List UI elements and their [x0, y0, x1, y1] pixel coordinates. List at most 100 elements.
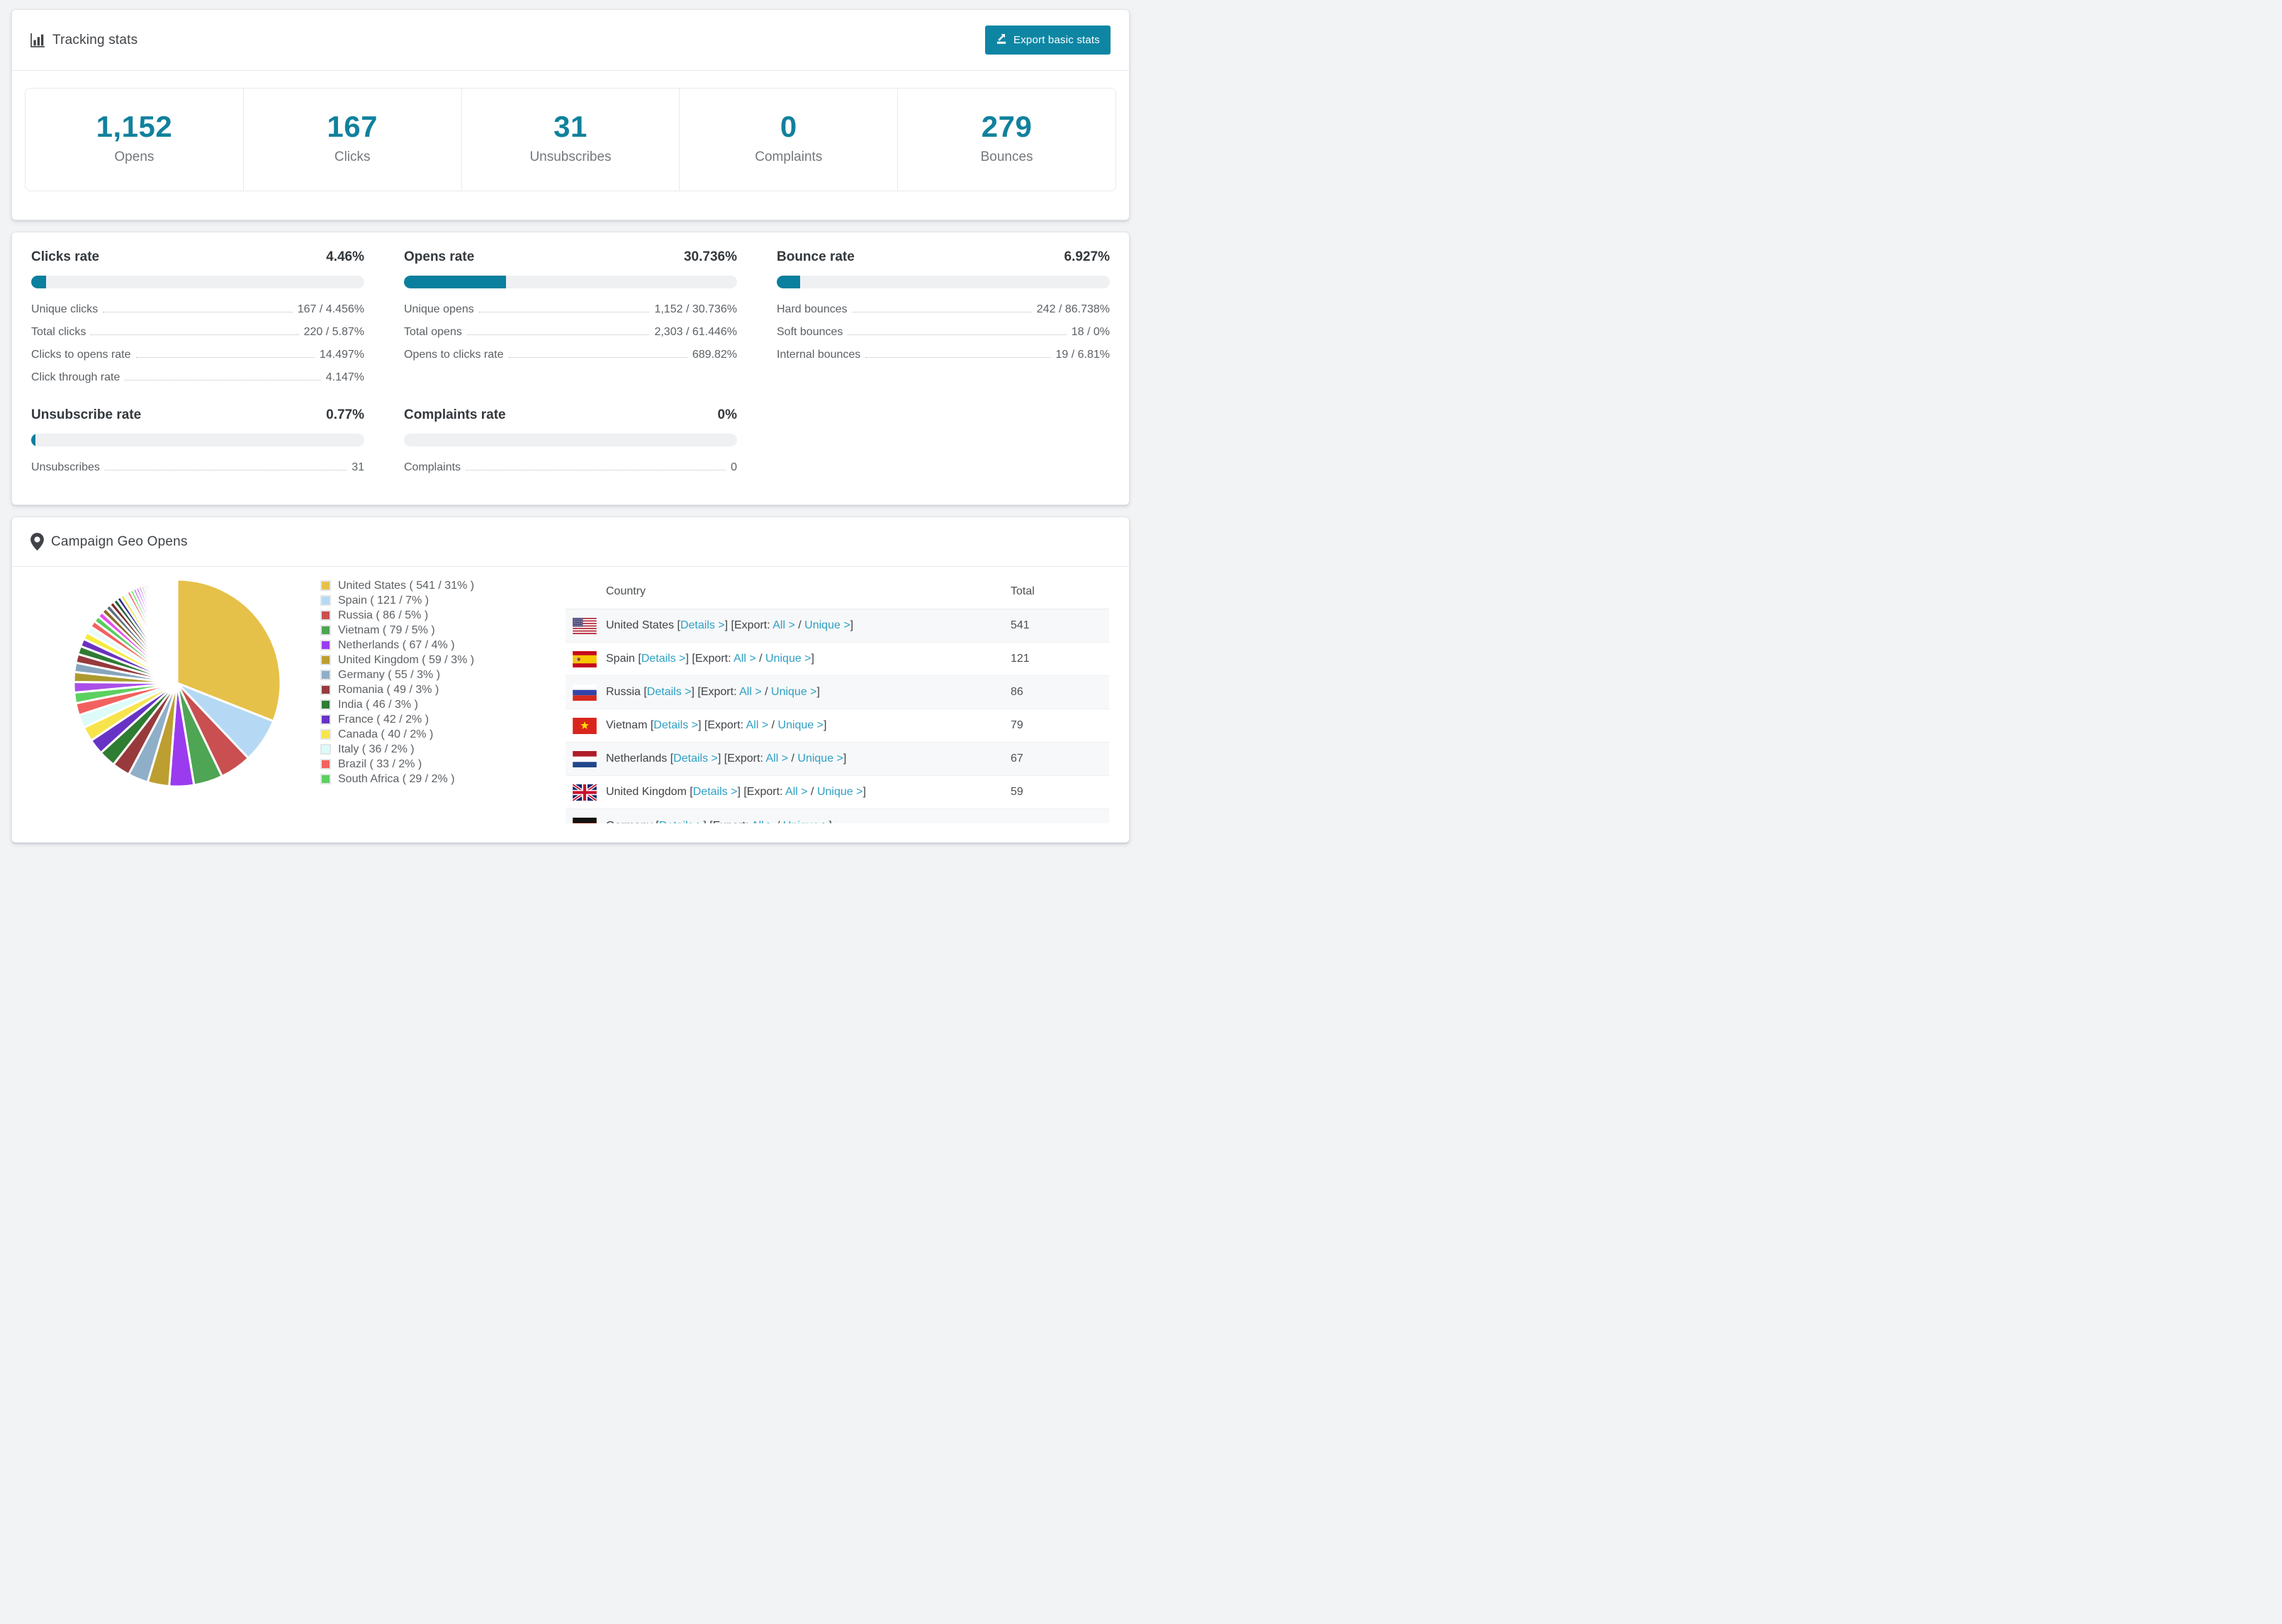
export-unique-link[interactable]: Unique >: [771, 686, 817, 698]
rate-metric-label: Complaints: [404, 461, 461, 473]
rate-metric-value: 14.497%: [319, 349, 364, 361]
dotted-leader: [848, 334, 1067, 335]
rate-block-unsubscribe-rate: Unsubscribe rate 0.77% Unsubscribes 31: [31, 407, 364, 479]
rate-metric-label: Unique clicks: [31, 303, 99, 315]
stat-label: Bounces: [980, 150, 1033, 164]
stats-row: 1,152 Opens 167 Clicks 31 Unsubscribes 0…: [25, 88, 1116, 191]
legend-item: Germany ( 55 / 3% ): [320, 667, 554, 682]
gb-flag-icon: [573, 784, 597, 801]
legend-item: South Africa ( 29 / 2% ): [320, 772, 554, 786]
geo-table-row-gb: United Kingdom [Details >] [Export: All …: [566, 776, 1109, 809]
details-link[interactable]: Details >: [653, 719, 698, 731]
legend-label: France ( 42 / 2% ): [338, 713, 429, 726]
stat-box-unsubscribes: 31 Unsubscribes: [462, 89, 680, 191]
export-all-link[interactable]: All >: [772, 619, 795, 631]
details-link[interactable]: Details >: [659, 820, 704, 823]
export-unique-link[interactable]: Unique >: [778, 719, 824, 731]
progress-bar-track: [404, 276, 737, 288]
legend-item: Romania ( 49 / 3% ): [320, 682, 554, 697]
rate-metric-value: 242 / 86.738%: [1036, 303, 1110, 315]
legend-label: Romania ( 49 / 3% ): [338, 683, 439, 696]
rate-metric-value: 220 / 5.87%: [303, 326, 364, 338]
rate-metric-label: Total clicks: [31, 326, 86, 338]
export-all-link[interactable]: All >: [765, 752, 788, 765]
details-link[interactable]: Details >: [680, 619, 725, 631]
progress-bar-fill: [777, 276, 800, 288]
details-link[interactable]: Details >: [647, 686, 692, 698]
export-all-link[interactable]: All >: [739, 686, 762, 698]
geo-title-text: Campaign Geo Opens: [51, 534, 188, 549]
legend-swatch: [320, 699, 331, 710]
export-all-link[interactable]: All >: [746, 719, 769, 731]
legend-label: Russia ( 86 / 5% ): [338, 609, 429, 621]
rate-value: 6.927%: [1064, 249, 1110, 264]
rate-metric-row: Hard bounces 242 / 86.738%: [777, 298, 1110, 321]
geo-pie-chart: [71, 577, 283, 789]
dotted-leader: [508, 357, 687, 358]
export-all-link[interactable]: All >: [785, 786, 808, 798]
legend-item: Spain ( 121 / 7% ): [320, 593, 554, 608]
progress-bar-fill: [31, 276, 46, 288]
progress-bar-track: [31, 276, 364, 288]
legend-swatch: [320, 640, 331, 650]
export-unique-link[interactable]: Unique >: [797, 752, 843, 765]
legend-label: United Kingdom ( 59 / 3% ): [338, 653, 475, 666]
rate-metric-label: Internal bounces: [777, 349, 861, 361]
geo-col-total: Total: [1011, 585, 1035, 597]
stat-label: Complaints: [755, 150, 823, 164]
rate-metric-value: 0: [731, 461, 737, 473]
rate-metric-row: Opens to clicks rate 689.82%: [404, 344, 737, 366]
stat-value: 167: [327, 110, 378, 143]
rate-metric-row: Unique clicks 167 / 4.456%: [31, 298, 364, 321]
export-all-link[interactable]: All >: [751, 820, 774, 823]
export-unique-link[interactable]: Unique >: [765, 653, 811, 665]
details-link[interactable]: Details >: [693, 786, 738, 798]
dotted-leader: [865, 357, 1051, 358]
export-unique-link[interactable]: Unique >: [783, 820, 829, 823]
export-unique-link[interactable]: Unique >: [817, 786, 863, 798]
details-link[interactable]: Details >: [641, 653, 686, 665]
export-all-link[interactable]: All >: [734, 653, 756, 665]
details-link[interactable]: Details >: [673, 752, 718, 765]
export-basic-stats-button[interactable]: Export basic stats: [985, 26, 1111, 55]
export-basic-stats-label: Export basic stats: [1013, 34, 1100, 46]
vn-flag-icon: [573, 717, 597, 734]
rate-title: Clicks rate: [31, 249, 100, 264]
legend-item: United States ( 541 / 31% ): [320, 578, 554, 593]
legend-swatch: [320, 774, 331, 784]
rate-metric-label: Total opens: [404, 326, 462, 338]
rate-metric-value: 689.82%: [692, 349, 737, 361]
export-unique-link[interactable]: Unique >: [804, 619, 850, 631]
legend-swatch: [320, 684, 331, 695]
country-cell: Spain [Details >] [Export: All > / Uniqu…: [606, 653, 814, 665]
stat-value: 0: [780, 110, 797, 143]
legend-swatch: [320, 580, 331, 591]
de-flag-icon: [573, 818, 597, 823]
geo-header: Campaign Geo Opens: [12, 517, 1129, 567]
stat-label: Opens: [114, 150, 154, 164]
rate-metric-label: Click through rate: [31, 371, 120, 383]
country-cell: Germany [Details >] [Export: All > / Uni…: [606, 820, 832, 823]
legend-label: Italy ( 36 / 2% ): [338, 743, 415, 755]
rate-title: Bounce rate: [777, 249, 855, 264]
legend-swatch: [320, 595, 331, 606]
legend-swatch: [320, 759, 331, 769]
rate-metric-row: Total opens 2,303 / 61.446%: [404, 321, 737, 344]
legend-swatch: [320, 610, 331, 621]
pie-svg: [72, 578, 282, 788]
rate-value: 0.77%: [326, 407, 364, 422]
dotted-leader: [466, 334, 650, 335]
progress-bar-track: [404, 434, 737, 446]
rate-metric-value: 2,303 / 61.446%: [654, 326, 737, 338]
total-cell: 59: [1011, 786, 1023, 798]
dotted-leader: [135, 357, 315, 358]
country-cell: United States [Details >] [Export: All >…: [606, 619, 854, 631]
rate-metric-row: Unique opens 1,152 / 30.736%: [404, 298, 737, 321]
geo-table-row-us: United States [Details >] [Export: All >…: [566, 609, 1109, 643]
geo-body: United States ( 541 / 31% ) Spain ( 121 …: [12, 567, 1129, 842]
rate-metric-value: 19 / 6.81%: [1055, 349, 1111, 361]
geo-title: Campaign Geo Opens: [30, 533, 188, 551]
rate-metric-value: 18 / 0%: [1071, 326, 1110, 338]
stat-value: 31: [553, 110, 588, 143]
legend-swatch: [320, 625, 331, 636]
